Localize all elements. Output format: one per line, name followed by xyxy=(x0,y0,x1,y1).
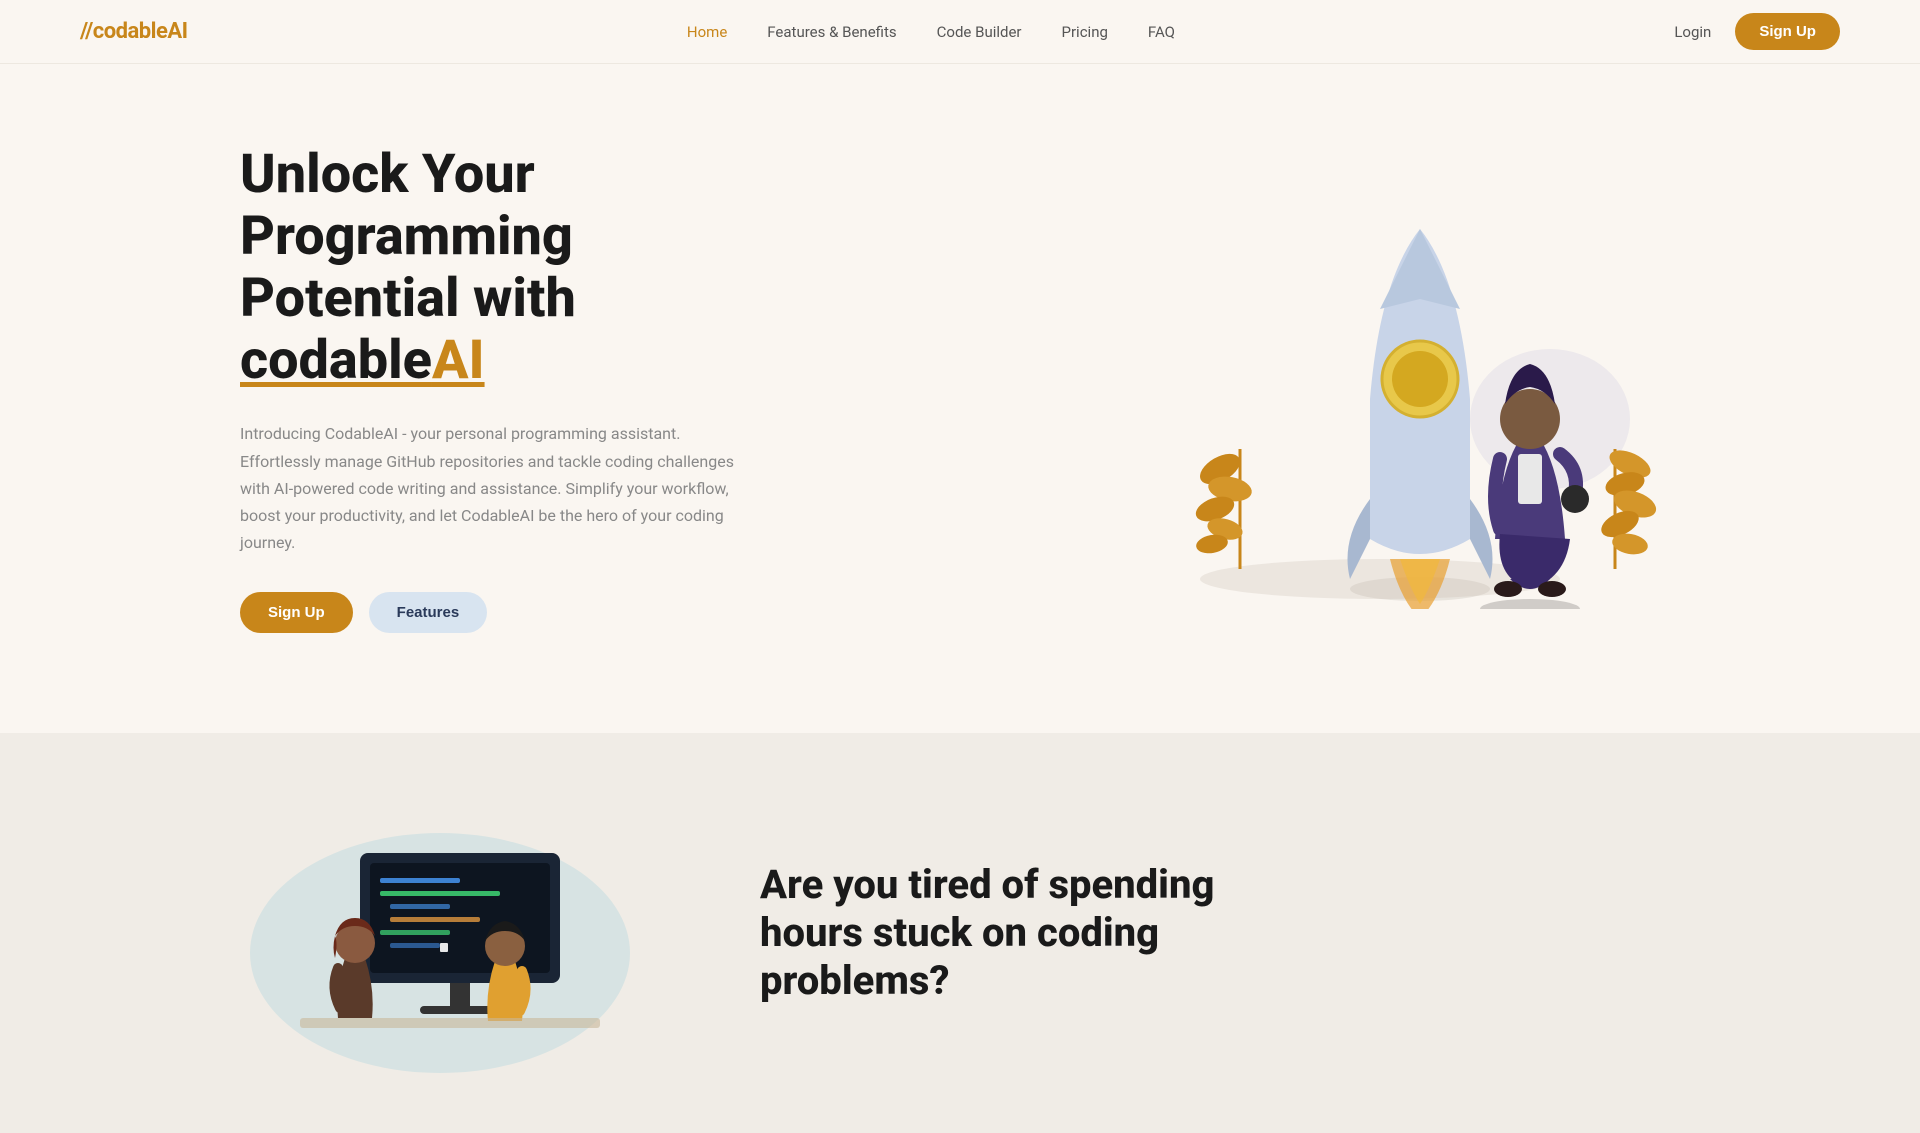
nav-item-faq[interactable]: FAQ xyxy=(1148,22,1175,41)
hero-svg xyxy=(1160,189,1680,609)
section2-title: Are you tired of spending hours stuck on… xyxy=(760,861,1320,1005)
nav-item-code-builder[interactable]: Code Builder xyxy=(937,22,1022,41)
nav-link-home[interactable]: Home xyxy=(687,23,727,41)
hero-section: Unlock Your Programming Potential with c… xyxy=(0,64,1920,733)
section2-text: Are you tired of spending hours stuck on… xyxy=(760,861,1320,1005)
logo-ai: AI xyxy=(167,19,187,44)
hero-title: Unlock Your Programming Potential with c… xyxy=(240,144,760,392)
hero-illustration xyxy=(1160,189,1680,589)
nav-link-features[interactable]: Features & Benefits xyxy=(767,23,896,41)
logo-codable: codable xyxy=(93,19,168,44)
login-link[interactable]: Login xyxy=(1674,23,1711,41)
nav-item-home[interactable]: Home xyxy=(687,22,727,41)
hero-description: Introducing CodableAI - your personal pr… xyxy=(240,420,760,556)
logo-slash: // xyxy=(80,19,93,44)
hero-features-button[interactable]: Features xyxy=(369,592,488,633)
hero-signup-button[interactable]: Sign Up xyxy=(240,592,353,633)
section2-svg xyxy=(240,813,660,1073)
navbar: //codableAI Home Features & Benefits Cod… xyxy=(0,0,1920,64)
signup-button-nav[interactable]: Sign Up xyxy=(1735,13,1840,50)
nav-link-code-builder[interactable]: Code Builder xyxy=(937,23,1022,41)
nav-item-pricing[interactable]: Pricing xyxy=(1062,22,1108,41)
nav-link-pricing[interactable]: Pricing xyxy=(1062,23,1108,41)
nav-link-faq[interactable]: FAQ xyxy=(1148,23,1175,41)
nav-links: Home Features & Benefits Code Builder Pr… xyxy=(687,22,1175,41)
hero-brand-codable: codable xyxy=(240,329,432,392)
nav-right: Login Sign Up xyxy=(1674,13,1840,50)
hero-content: Unlock Your Programming Potential with c… xyxy=(240,144,760,633)
section2: Are you tired of spending hours stuck on… xyxy=(0,733,1920,1133)
logo[interactable]: //codableAI xyxy=(80,19,188,44)
hero-buttons: Sign Up Features xyxy=(240,592,760,633)
hero-title-part1: Unlock Your Programming Potential with xyxy=(240,143,576,330)
nav-item-features[interactable]: Features & Benefits xyxy=(767,22,896,41)
section2-illustration xyxy=(240,813,660,1053)
hero-brand-ai: AI xyxy=(432,329,485,392)
